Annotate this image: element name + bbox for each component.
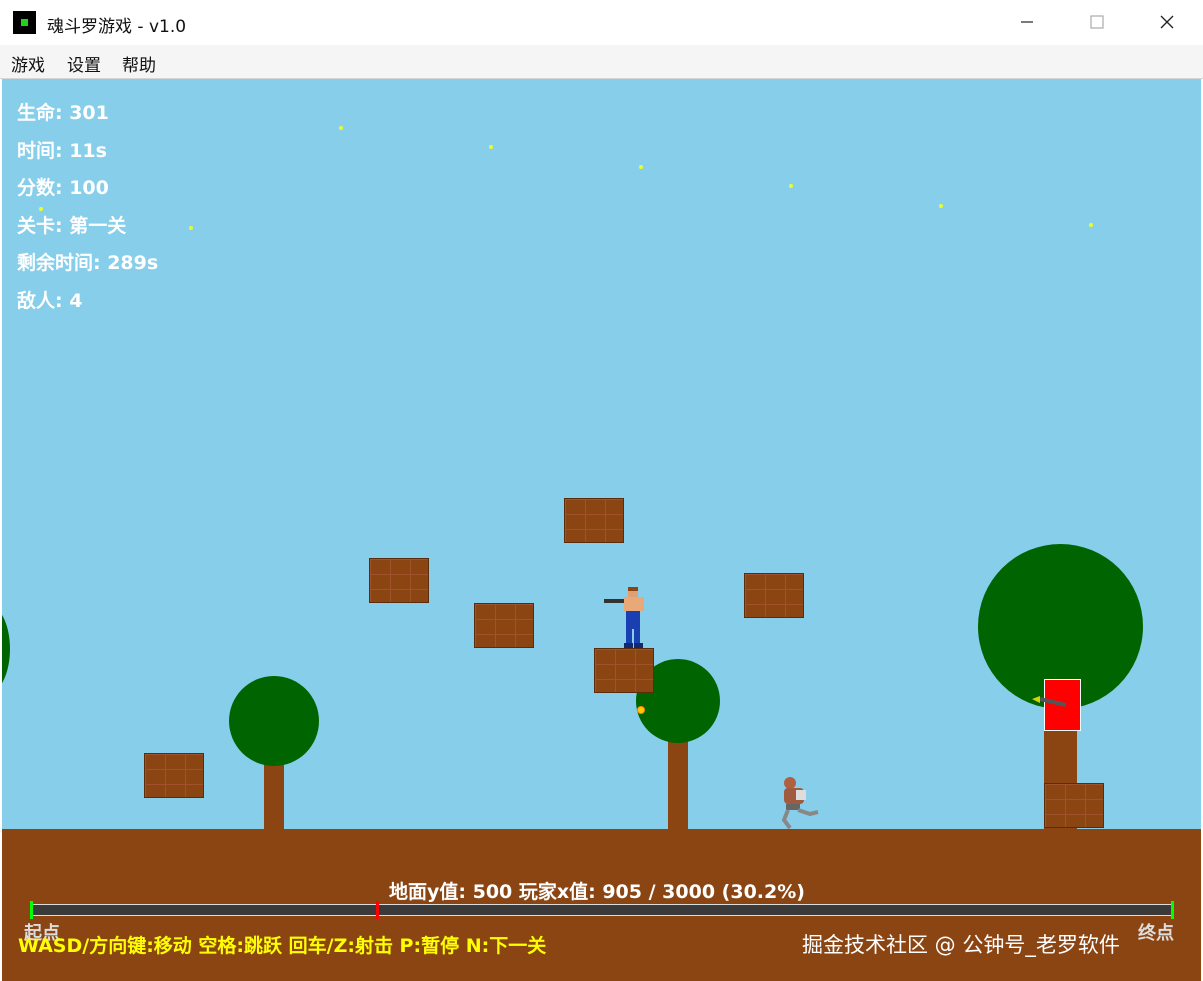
maximize-icon bbox=[1090, 15, 1104, 29]
close-icon bbox=[1160, 15, 1174, 29]
hud-life: 生命: 301 bbox=[17, 102, 109, 124]
minimize-icon bbox=[1021, 21, 1033, 23]
window-title: 魂斗罗游戏 - v1.0 bbox=[47, 17, 187, 37]
star bbox=[1089, 223, 1093, 227]
progress-player-marker bbox=[375, 901, 379, 919]
player-soldier bbox=[604, 587, 644, 648]
enemy-soldier bbox=[781, 777, 819, 830]
progress-end-marker bbox=[1171, 901, 1174, 919]
minimize-button[interactable] bbox=[992, 0, 1062, 45]
maximize-button[interactable] bbox=[1062, 0, 1132, 45]
hud-remaining-time: 剩余时间: 289s bbox=[17, 252, 159, 274]
enemy-gun bbox=[1032, 696, 1067, 707]
brick-platform bbox=[1044, 783, 1104, 828]
progress-text: 地面y值: 500 玩家x值: 905 / 3000 (30.2%) bbox=[389, 881, 805, 903]
hud-enemies: 敌人: 4 bbox=[17, 290, 83, 312]
close-button[interactable] bbox=[1132, 0, 1202, 45]
brick-platform bbox=[369, 558, 429, 603]
menu-help[interactable]: 帮助 bbox=[122, 51, 156, 76]
star bbox=[189, 226, 193, 230]
star bbox=[489, 145, 493, 149]
brick-platform bbox=[744, 573, 804, 618]
progress-start-marker bbox=[30, 901, 33, 919]
menu-bar: 游戏 设置 帮助 bbox=[0, 45, 1203, 79]
tree-canopy bbox=[229, 676, 319, 766]
brick-platform bbox=[564, 498, 624, 543]
watermark: 掘金技术社区 @ 公钟号_老罗软件 bbox=[802, 933, 1120, 957]
star bbox=[339, 126, 343, 130]
star bbox=[789, 184, 793, 188]
hud-time: 时间: 11s bbox=[17, 140, 107, 162]
star bbox=[639, 165, 643, 169]
tree-canopy bbox=[2, 604, 10, 694]
star bbox=[939, 204, 943, 208]
menu-game[interactable]: 游戏 bbox=[11, 51, 45, 76]
game-canvas[interactable]: 生命: 301 时间: 11s 分数: 100 关卡: 第一关 剩余时间: 28… bbox=[2, 79, 1201, 981]
brick-platform bbox=[144, 753, 204, 798]
brick-platform bbox=[474, 603, 534, 648]
tree-trunk bbox=[668, 734, 688, 829]
level-progress-bar bbox=[31, 904, 1173, 916]
tree-trunk bbox=[264, 759, 284, 829]
brick-platform bbox=[594, 648, 654, 693]
title-bar: 魂斗罗游戏 - v1.0 bbox=[0, 0, 1203, 45]
bullet bbox=[637, 706, 645, 714]
menu-settings[interactable]: 设置 bbox=[67, 51, 101, 76]
controls-help: WASD/方向键:移动 空格:跳跃 回车/Z:射击 P:暂停 N:下一关 bbox=[18, 935, 547, 957]
hud-level: 关卡: 第一关 bbox=[17, 215, 127, 237]
progress-end-label: 终点 bbox=[1138, 923, 1174, 944]
app-icon bbox=[13, 11, 36, 34]
hud-score: 分数: 100 bbox=[17, 177, 109, 199]
